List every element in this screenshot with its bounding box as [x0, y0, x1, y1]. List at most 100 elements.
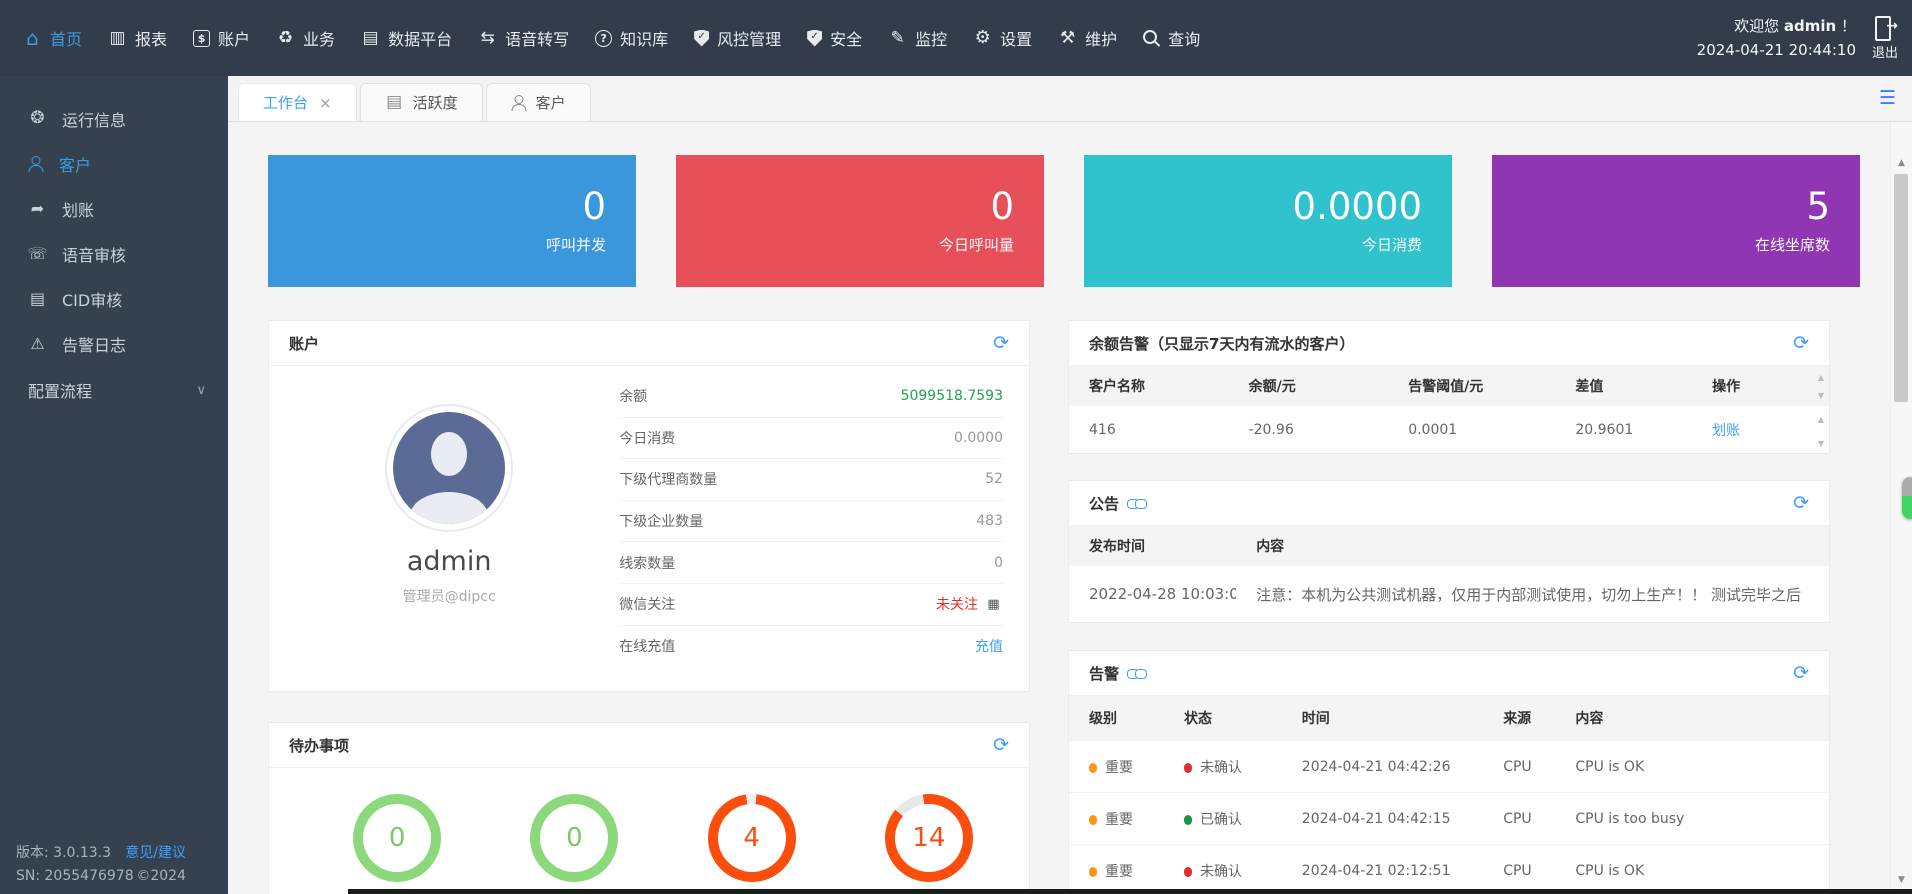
recharge-link[interactable]: 充值 — [975, 636, 1003, 656]
col-header: 时间 — [1282, 708, 1483, 728]
todo-count: 4 — [743, 823, 760, 853]
sidebar-item-voice-review[interactable]: 语音审核 — [0, 231, 228, 276]
alarm-level: 重要 — [1069, 757, 1164, 777]
link-icon[interactable] — [1127, 668, 1147, 679]
tab-label: 活跃度 — [413, 92, 458, 113]
feedback-link[interactable]: 意见/建议 — [125, 842, 186, 865]
sidebar-item-label: 划账 — [62, 197, 94, 221]
transfer-action-link[interactable]: 划账 — [1692, 420, 1829, 440]
nav-item-monitoring[interactable]: 监控 — [875, 0, 960, 76]
account-row-balance: 余额 5099518.7593 — [619, 376, 1003, 418]
stat-value: 5 — [1806, 187, 1830, 228]
scroll-up-icon[interactable] — [1818, 415, 1824, 425]
nav-item-settings[interactable]: 设置 — [960, 0, 1045, 76]
sidebar-item-alarm-log[interactable]: 告警日志 — [0, 321, 228, 366]
stat-value: 0 — [582, 187, 606, 228]
table-row: 2022-04-28 10:03:02 注意：本机为公共测试机器，仅用于内部测试… — [1069, 566, 1829, 622]
tab-customers[interactable]: 客户 — [486, 83, 591, 121]
nav-label: 语音转写 — [505, 26, 569, 50]
sidebar-item-label: 语音审核 — [62, 242, 126, 266]
balance-value: 5099518.7593 — [901, 388, 1003, 404]
table-row: 重要 未确认 2024-04-21 02:12:51 CPU CPU is OK — [1069, 844, 1829, 894]
stat-card-online-agents: 5 在线坐席数 — [1492, 155, 1860, 287]
scroll-up-icon[interactable] — [1891, 158, 1912, 168]
account-panel: 账户 admin 管理员@dipcc 余额 — [268, 320, 1030, 692]
refresh-icon[interactable] — [1793, 664, 1809, 683]
refresh-icon[interactable] — [993, 736, 1009, 755]
table-header-row: 客户名称 余额/元 告警阈值/元 差值 操作 — [1069, 366, 1829, 406]
nav-label: 维护 — [1085, 26, 1117, 50]
sidebar-item-transfer[interactable]: 划账 — [0, 186, 228, 231]
link-icon[interactable] — [1127, 498, 1147, 509]
nav-item-maintenance[interactable]: 维护 — [1045, 0, 1130, 76]
sidebar-item-customers[interactable]: 客户 — [0, 141, 228, 186]
status-dot-icon — [1184, 815, 1192, 825]
nav-item-home[interactable]: 首页 — [10, 0, 95, 76]
threshold-cell: 0.0001 — [1388, 422, 1555, 438]
refresh-icon[interactable] — [1793, 494, 1809, 513]
row-label: 在线充值 — [619, 636, 675, 656]
tab-label: 工作台 — [263, 92, 308, 113]
datetime: 2024-04-21 20:44:10 — [1697, 38, 1856, 62]
col-header: 内容 — [1236, 536, 1829, 556]
account-row-wechat: 微信关注 未关注 — [619, 584, 1003, 626]
alarm-content: CPU is too busy — [1555, 811, 1829, 827]
todo-count: 14 — [912, 823, 945, 853]
nav-item-business[interactable]: 业务 — [263, 0, 348, 76]
sidebar-group-config-flow[interactable]: 配置流程 ∨ — [0, 366, 228, 414]
alarm-content: CPU is OK — [1555, 759, 1829, 775]
username: admin — [1784, 17, 1836, 35]
user-area: 欢迎您 admin ！ 2024-04-21 20:44:10 退出 — [1697, 14, 1912, 62]
nav-item-query[interactable]: 查询 — [1130, 0, 1213, 76]
person-icon — [28, 156, 44, 172]
tab-activity[interactable]: 活跃度 — [360, 83, 483, 121]
refresh-icon[interactable] — [993, 334, 1009, 353]
sidebar-item-cid-review[interactable]: CID审核 — [0, 276, 228, 321]
nav-label: 业务 — [303, 26, 335, 50]
logout-icon — [1874, 15, 1896, 39]
scroll-down-icon[interactable] — [1818, 439, 1824, 449]
nav-item-account[interactable]: 账户 — [180, 0, 263, 76]
stat-card-today-consumption: 0.0000 今日消费 — [1084, 155, 1452, 287]
nav-item-transcription[interactable]: 语音转写 — [465, 0, 582, 76]
welcome-block: 欢迎您 admin ！ 2024-04-21 20:44:10 — [1697, 14, 1856, 62]
close-icon[interactable] — [319, 94, 332, 112]
nav-item-data-platform[interactable]: 数据平台 — [348, 0, 465, 76]
stat-label: 今日呼叫量 — [939, 234, 1014, 255]
panel-title: 余额告警（只显示7天内有流水的客户） — [1089, 333, 1354, 354]
alarm-time: 2024-04-21 02:12:51 — [1282, 863, 1483, 879]
scrollbar-thumb[interactable] — [1894, 174, 1908, 402]
content-area: 0 呼叫并发 0 今日呼叫量 0.0000 今日消费 5 在线坐席数 — [228, 122, 1890, 894]
logout-button[interactable]: 退出 — [1872, 15, 1898, 61]
nav-item-security[interactable]: 安全 — [794, 0, 875, 76]
scroll-down-icon[interactable] — [1891, 875, 1912, 885]
donut-ring: 14 — [885, 794, 973, 882]
todo-count: 0 — [389, 823, 406, 853]
stat-value: 0.0000 — [1293, 187, 1422, 228]
question-circle-icon — [595, 30, 612, 47]
tab-workbench[interactable]: 工作台 — [238, 83, 357, 121]
alarm-status: 未确认 — [1164, 861, 1282, 881]
account-role: 管理员@dipcc — [403, 586, 496, 606]
qr-code-icon[interactable] — [984, 595, 1003, 614]
refresh-icon[interactable] — [1793, 334, 1809, 353]
welcome-suffix: ！ — [1841, 17, 1856, 35]
todo-item-voice-review: 0 语音审核 » — [504, 794, 644, 894]
sidebar-item-run-info[interactable]: 运行信息 — [0, 96, 228, 141]
row-label: 线索数量 — [619, 553, 675, 573]
status-dot-icon — [1184, 867, 1192, 877]
tab-bar: 工作台 活跃度 客户 — [228, 76, 1912, 122]
scroll-down-icon[interactable] — [1818, 391, 1824, 401]
stat-value: 0 — [990, 187, 1014, 228]
scroll-up-icon[interactable] — [1818, 373, 1824, 383]
nav-item-knowledge-base[interactable]: 知识库 — [582, 0, 681, 76]
panel-title: 公告 — [1089, 493, 1119, 514]
nav-item-reports[interactable]: 报表 — [95, 0, 180, 76]
monitor-icon — [888, 29, 907, 48]
nav-item-risk-control[interactable]: 风控管理 — [681, 0, 794, 76]
bottom-edge-strip — [348, 889, 1912, 894]
side-widget-handle[interactable] — [1902, 477, 1912, 519]
alarm-source: CPU — [1483, 863, 1555, 879]
tab-list-icon[interactable] — [1879, 87, 1896, 109]
shield-check-icon — [694, 30, 709, 47]
